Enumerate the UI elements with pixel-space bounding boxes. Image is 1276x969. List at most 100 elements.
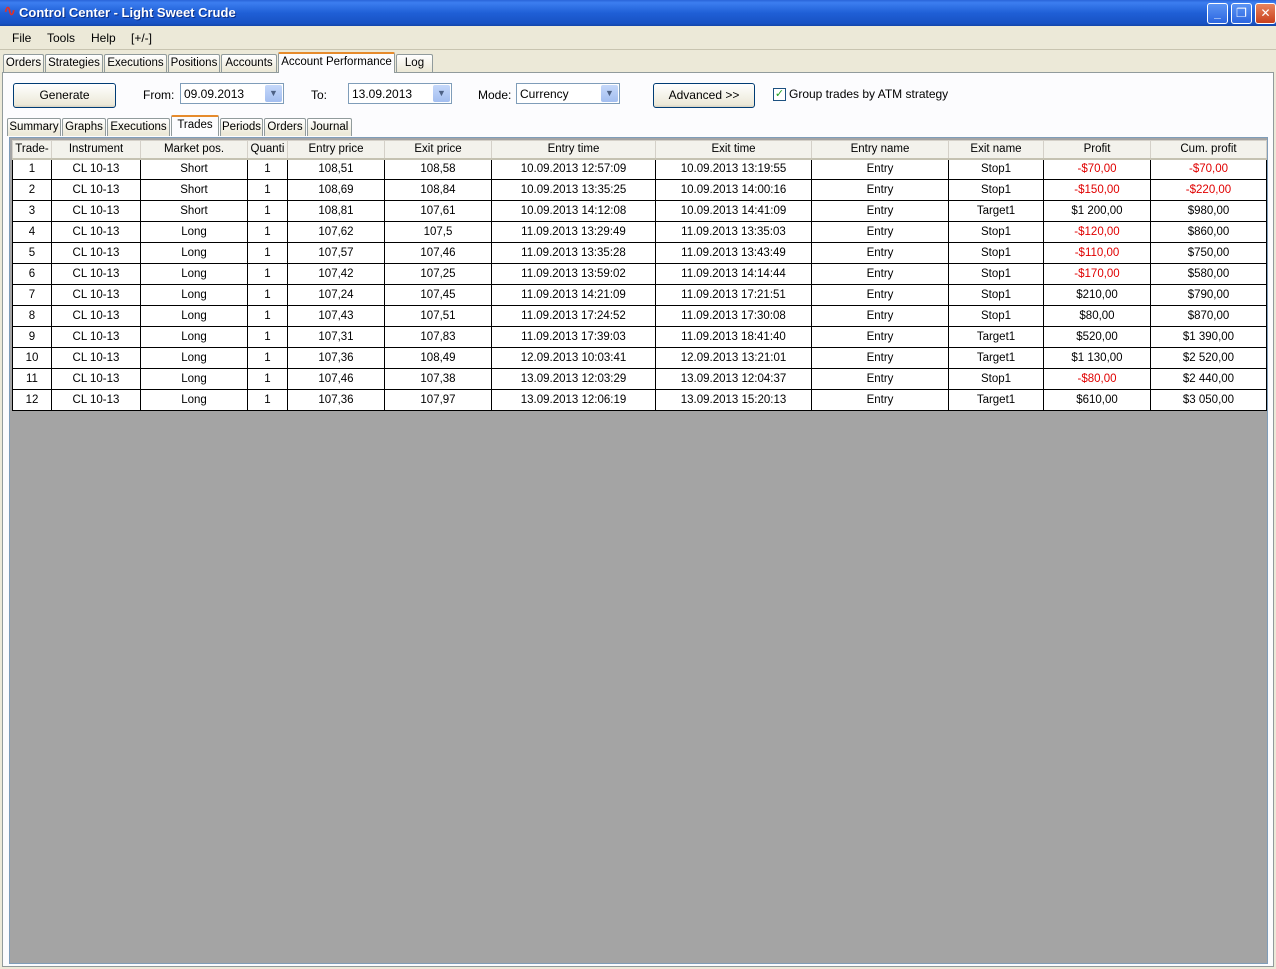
profit-cell: $610,00 bbox=[1043, 389, 1151, 411]
quantity-cell: 1 bbox=[247, 326, 288, 348]
column-header-exit-name[interactable]: Exit name bbox=[948, 140, 1044, 160]
entry-price-cell: 107,43 bbox=[287, 305, 385, 327]
market-pos-cell: Long bbox=[140, 305, 248, 327]
menu-help[interactable]: Help bbox=[91, 31, 116, 45]
entry-price-cell: 107,36 bbox=[287, 347, 385, 369]
tab-trades[interactable]: Trades bbox=[171, 115, 219, 136]
instrument-cell: CL 10-13 bbox=[51, 200, 141, 222]
table-row[interactable]: 11 CL 10-13 Long 1 107,46 107,38 13.09.2013 12… bbox=[12, 368, 1267, 390]
tab-account-performance[interactable]: Account Performance bbox=[278, 52, 395, 73]
exit-time-cell: 10.09.2013 14:41:09 bbox=[655, 200, 812, 222]
restore-button[interactable]: ❐ bbox=[1231, 3, 1252, 24]
tab-orders[interactable]: Orders bbox=[3, 54, 44, 73]
entry-name-cell: Entry bbox=[811, 200, 949, 222]
profit-cell: $1 130,00 bbox=[1043, 347, 1151, 369]
entry-name-cell: Entry bbox=[811, 158, 949, 180]
tab-journal[interactable]: Journal bbox=[307, 118, 352, 136]
tab-accounts[interactable]: Accounts bbox=[221, 54, 277, 73]
instrument-cell: CL 10-13 bbox=[51, 242, 141, 264]
column-header-trade[interactable]: Trade- bbox=[12, 140, 52, 160]
advanced-button[interactable]: Advanced >> bbox=[653, 83, 755, 108]
chevron-down-icon[interactable]: ▼ bbox=[265, 85, 282, 102]
tab-graphs[interactable]: Graphs bbox=[62, 118, 106, 136]
exit-time-cell: 11.09.2013 17:21:51 bbox=[655, 284, 812, 306]
table-row[interactable]: 1 CL 10-13 Short 1 108,51 108,58 10.09.2013 12… bbox=[12, 158, 1267, 180]
profit-cell: -$80,00 bbox=[1043, 368, 1151, 390]
entry-price-cell: 108,69 bbox=[287, 179, 385, 201]
from-date-picker[interactable]: 09.09.2013 ▼ bbox=[180, 83, 284, 104]
mode-select[interactable]: Currency ▼ bbox=[516, 83, 620, 104]
account-performance-panel: Generate From: 09.09.2013 ▼ To: 13.09.20… bbox=[2, 72, 1274, 967]
column-header-entry-name[interactable]: Entry name bbox=[811, 140, 949, 160]
column-header-entry-time[interactable]: Entry time bbox=[491, 140, 656, 160]
column-header-instrument[interactable]: Instrument bbox=[51, 140, 141, 160]
menu-tools[interactable]: Tools bbox=[47, 31, 75, 45]
entry-time-cell: 13.09.2013 12:03:29 bbox=[491, 368, 656, 390]
group-trades-label[interactable]: Group trades by ATM strategy bbox=[789, 87, 948, 101]
title-bar[interactable]: ∿ Control Center - Light Sweet Crude _ ❐… bbox=[0, 0, 1276, 26]
menu-file[interactable]: File bbox=[12, 31, 31, 45]
to-date-picker[interactable]: 13.09.2013 ▼ bbox=[348, 83, 452, 104]
minimize-button[interactable]: _ bbox=[1207, 3, 1228, 24]
exit-time-cell: 10.09.2013 14:00:16 bbox=[655, 179, 812, 201]
tab-summary[interactable]: Summary bbox=[7, 118, 61, 136]
profit-cell: $80,00 bbox=[1043, 305, 1151, 327]
exit-price-cell: 108,58 bbox=[384, 158, 492, 180]
tab-positions[interactable]: Positions bbox=[168, 54, 220, 73]
column-header-exit-time[interactable]: Exit time bbox=[655, 140, 812, 160]
table-row[interactable]: 6 CL 10-13 Long 1 107,42 107,25 11.09.2013 13:… bbox=[12, 263, 1267, 285]
chevron-down-icon[interactable]: ▼ bbox=[433, 85, 450, 102]
table-row[interactable]: 12 CL 10-13 Long 1 107,36 107,97 13.09.2013 12… bbox=[12, 389, 1267, 411]
exit-name-cell: Stop1 bbox=[948, 284, 1044, 306]
chevron-down-icon[interactable]: ▼ bbox=[601, 85, 618, 102]
quantity-cell: 1 bbox=[247, 263, 288, 285]
table-row[interactable]: 3 CL 10-13 Short 1 108,81 107,61 10.09.2013 14… bbox=[12, 200, 1267, 222]
entry-name-cell: Entry bbox=[811, 326, 949, 348]
trades-table: Trade- Instrument Market pos. Quanti Ent… bbox=[12, 140, 1267, 411]
entry-time-cell: 11.09.2013 13:29:49 bbox=[491, 221, 656, 243]
group-trades-checkbox[interactable]: ✓ bbox=[773, 88, 786, 101]
tab-executions[interactable]: Executions bbox=[104, 54, 167, 73]
close-button[interactable]: ✕ bbox=[1255, 3, 1276, 24]
profit-cell: $1 200,00 bbox=[1043, 200, 1151, 222]
column-header-quantity[interactable]: Quanti bbox=[247, 140, 288, 160]
window-title: Control Center - Light Sweet Crude bbox=[19, 5, 236, 20]
quantity-cell: 1 bbox=[247, 368, 288, 390]
table-row[interactable]: 10 CL 10-13 Long 1 107,36 108,49 12.09.2013 10… bbox=[12, 347, 1267, 369]
tab-log[interactable]: Log bbox=[396, 54, 433, 73]
generate-button[interactable]: Generate bbox=[13, 83, 116, 108]
exit-price-cell: 107,51 bbox=[384, 305, 492, 327]
exit-price-cell: 108,84 bbox=[384, 179, 492, 201]
table-row[interactable]: 4 CL 10-13 Long 1 107,62 107,5 11.09.2013 13:2… bbox=[12, 221, 1267, 243]
quantity-cell: 1 bbox=[247, 284, 288, 306]
cum-profit-cell: $870,00 bbox=[1150, 305, 1267, 327]
table-row[interactable]: 8 CL 10-13 Long 1 107,43 107,51 11.09.2013 17:… bbox=[12, 305, 1267, 327]
tab-periods[interactable]: Periods bbox=[220, 118, 263, 136]
column-header-profit[interactable]: Profit bbox=[1043, 140, 1151, 160]
quantity-cell: 1 bbox=[247, 158, 288, 180]
table-row[interactable]: 9 CL 10-13 Long 1 107,31 107,83 11.09.2013 17:… bbox=[12, 326, 1267, 348]
exit-name-cell: Target1 bbox=[948, 347, 1044, 369]
menu-toggle[interactable]: [+/-] bbox=[131, 31, 152, 45]
quantity-cell: 1 bbox=[247, 242, 288, 264]
entry-time-cell: 13.09.2013 12:06:19 bbox=[491, 389, 656, 411]
entry-time-cell: 10.09.2013 12:57:09 bbox=[491, 158, 656, 180]
column-header-exit-price[interactable]: Exit price bbox=[384, 140, 492, 160]
column-header-market-pos[interactable]: Market pos. bbox=[140, 140, 248, 160]
tab-strategies[interactable]: Strategies bbox=[45, 54, 103, 73]
table-row[interactable]: 5 CL 10-13 Long 1 107,57 107,46 11.09.2013 13:… bbox=[12, 242, 1267, 264]
trades-grid[interactable]: Trade- Instrument Market pos. Quanti Ent… bbox=[9, 137, 1268, 964]
table-row[interactable]: 7 CL 10-13 Long 1 107,24 107,45 11.09.2013 14:… bbox=[12, 284, 1267, 306]
tab-orders-sub[interactable]: Orders bbox=[264, 118, 306, 136]
instrument-cell: CL 10-13 bbox=[51, 158, 141, 180]
exit-price-cell: 108,49 bbox=[384, 347, 492, 369]
entry-name-cell: Entry bbox=[811, 305, 949, 327]
entry-price-cell: 107,57 bbox=[287, 242, 385, 264]
table-row[interactable]: 2 CL 10-13 Short 1 108,69 108,84 10.09.2013 13… bbox=[12, 179, 1267, 201]
tab-executions-sub[interactable]: Executions bbox=[107, 118, 170, 136]
market-pos-cell: Long bbox=[140, 221, 248, 243]
cum-profit-cell: $2 520,00 bbox=[1150, 347, 1267, 369]
column-header-entry-price[interactable]: Entry price bbox=[287, 140, 385, 160]
exit-price-cell: 107,5 bbox=[384, 221, 492, 243]
column-header-cum-profit[interactable]: Cum. profit bbox=[1150, 140, 1267, 160]
